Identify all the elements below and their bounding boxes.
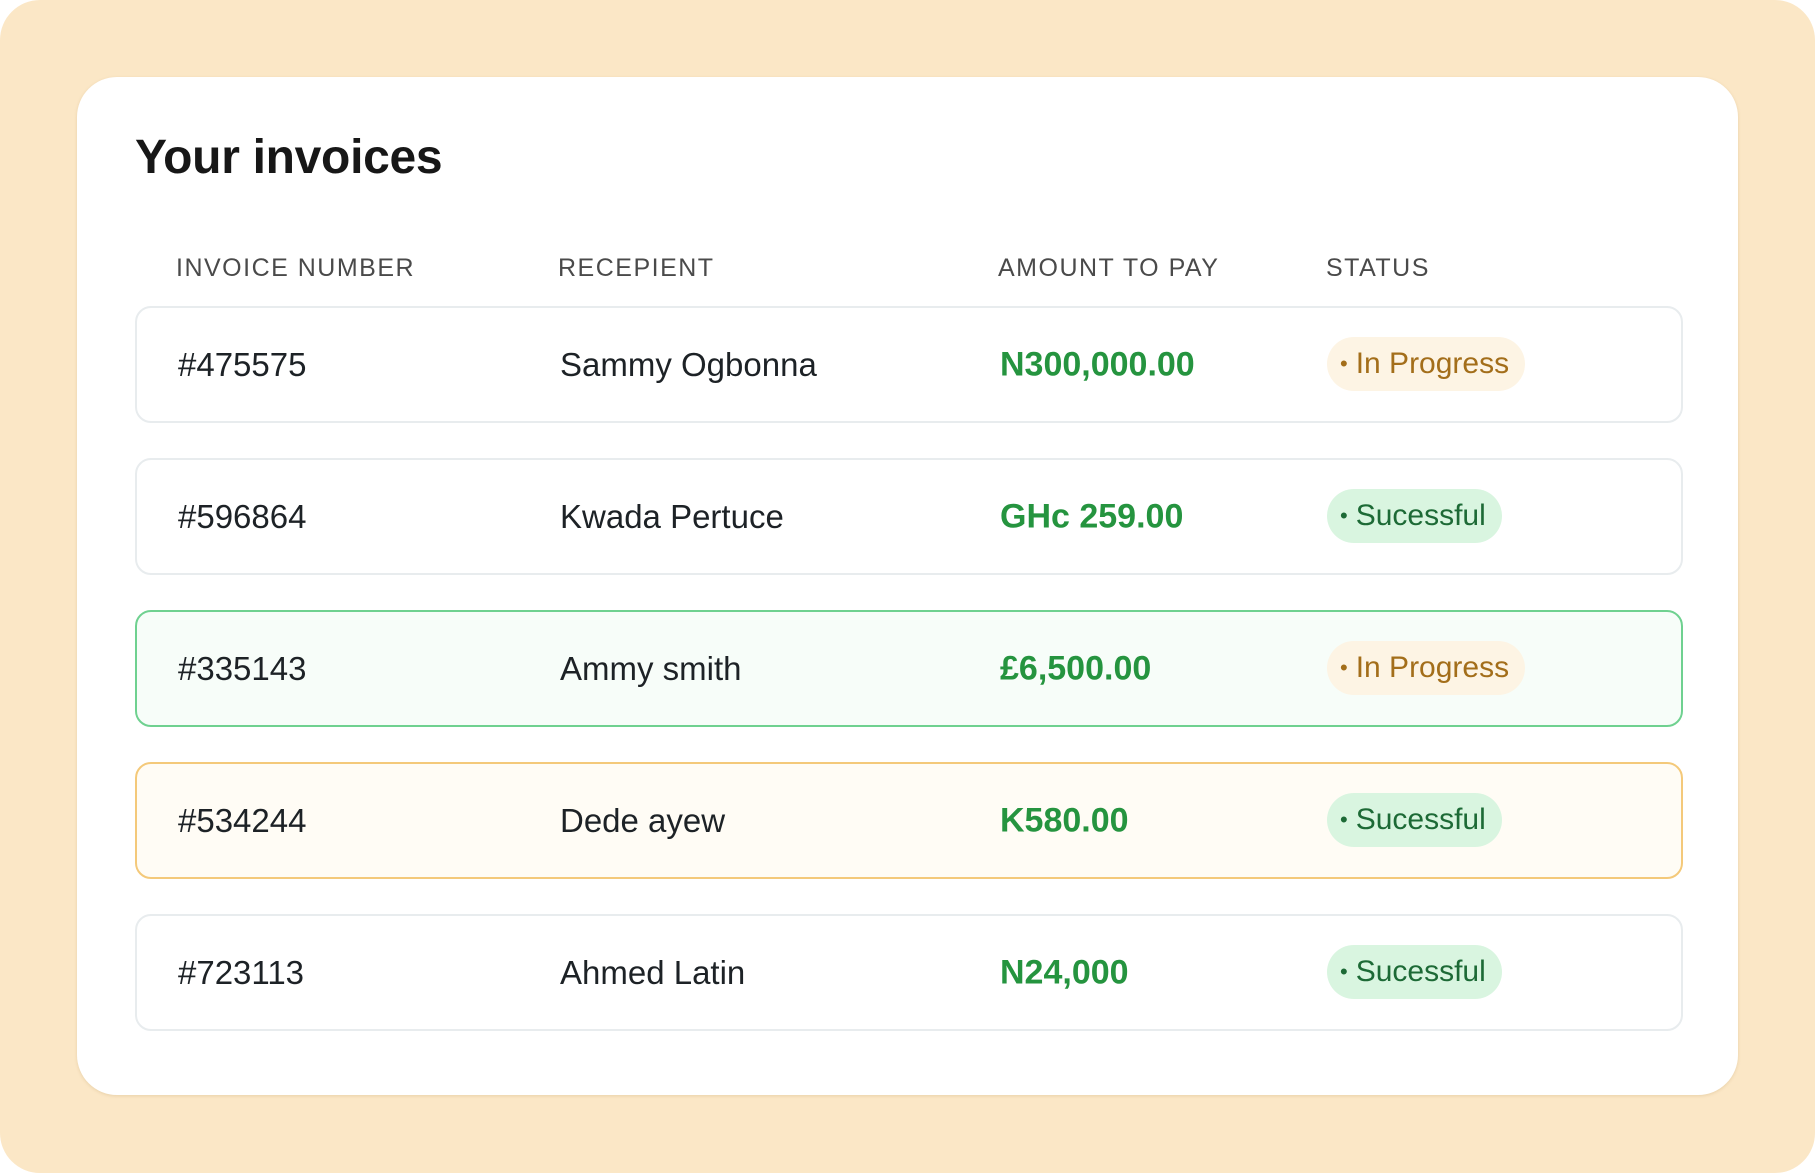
invoice-row[interactable]: #723113 Ahmed Latin N24,000 • Sucessful: [135, 914, 1683, 1031]
status-label: Sucessful: [1355, 803, 1486, 836]
invoice-recipient: Kwada Pertuce: [560, 497, 784, 535]
invoice-recipient: Ammy smith: [560, 649, 742, 687]
page-background: Your invoices INVOICE NUMBER RECEPIENT A…: [0, 0, 1815, 1173]
column-header-status: STATUS: [1326, 254, 1430, 282]
status-label: In Progress: [1355, 347, 1510, 380]
invoice-number: #335143: [178, 649, 307, 687]
invoice-amount: N300,000.00: [1000, 345, 1195, 383]
invoice-recipient: Dede ayew: [560, 801, 726, 839]
status-dot-icon: •: [1340, 503, 1348, 528]
invoice-row-hovered[interactable]: #534244 Dede ayew K580.00 • Sucessful: [135, 762, 1683, 879]
invoice-amount: £6,500.00: [1000, 649, 1152, 687]
invoice-number: #475575: [178, 345, 307, 383]
page-title: Your invoices: [135, 131, 443, 184]
invoice-amount: K580.00: [1000, 801, 1129, 839]
status-badge: • In Progress: [1327, 641, 1526, 695]
column-header-invoice-number: INVOICE NUMBER: [176, 254, 416, 282]
status-dot-icon: •: [1340, 807, 1348, 832]
status-badge: • Sucessful: [1327, 793, 1502, 847]
status-badge: • Sucessful: [1327, 945, 1502, 999]
status-badge: • Sucessful: [1327, 489, 1502, 543]
invoice-number: #723113: [178, 953, 305, 991]
status-label: Sucessful: [1355, 499, 1486, 532]
invoice-recipient: Sammy Ogbonna: [560, 345, 817, 383]
invoice-number: #596864: [178, 497, 307, 535]
invoice-row[interactable]: #596864 Kwada Pertuce GHc 259.00 • Suces…: [135, 458, 1683, 575]
status-dot-icon: •: [1340, 655, 1348, 680]
invoice-row-selected[interactable]: #335143 Ammy smith £6,500.00 • In Progre…: [135, 610, 1683, 727]
invoice-amount: N24,000: [1000, 953, 1129, 991]
table-header: INVOICE NUMBER RECEPIENT AMOUNT TO PAY S…: [77, 254, 1738, 294]
column-header-amount: AMOUNT TO PAY: [998, 254, 1220, 282]
invoice-list: #475575 Sammy Ogbonna N300,000.00 • In P…: [135, 306, 1683, 1066]
column-header-recipient: RECEPIENT: [558, 254, 715, 282]
status-label: Sucessful: [1355, 955, 1486, 988]
status-badge: • In Progress: [1327, 337, 1526, 391]
invoice-recipient: Ahmed Latin: [560, 953, 746, 991]
status-label: In Progress: [1355, 651, 1510, 684]
invoice-number: #534244: [178, 801, 307, 839]
invoice-row[interactable]: #475575 Sammy Ogbonna N300,000.00 • In P…: [135, 306, 1683, 423]
status-dot-icon: •: [1340, 959, 1348, 984]
status-dot-icon: •: [1340, 351, 1348, 376]
invoice-amount: GHc 259.00: [1000, 497, 1184, 535]
invoices-card: Your invoices INVOICE NUMBER RECEPIENT A…: [77, 77, 1738, 1095]
